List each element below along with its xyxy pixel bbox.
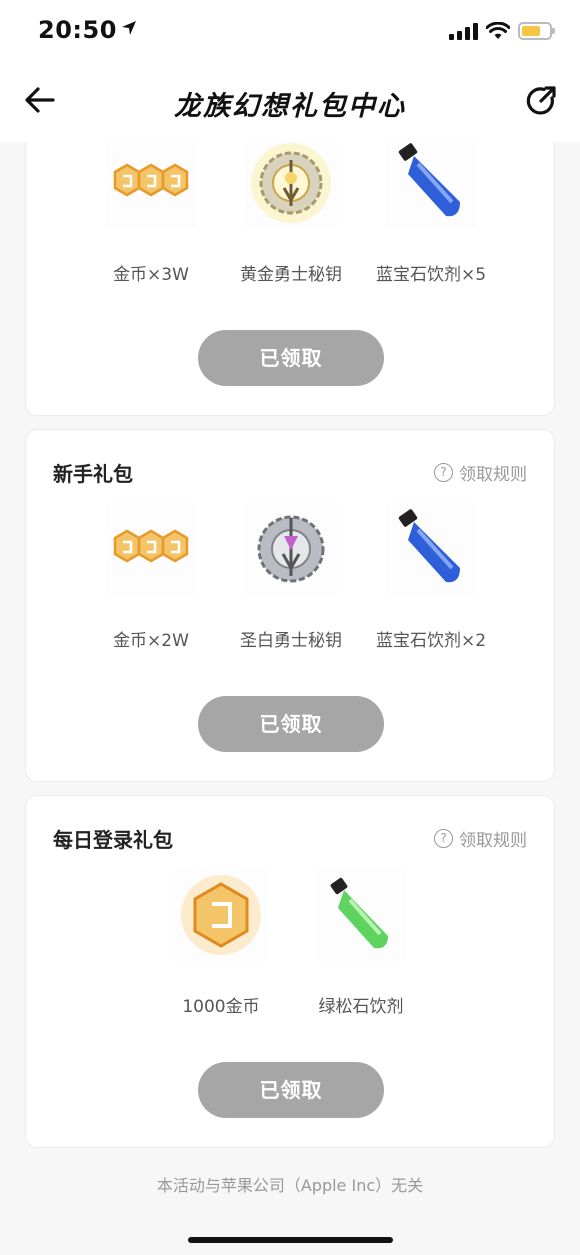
status-indicators (449, 20, 555, 42)
claimed-button[interactable]: 已领取 (198, 330, 384, 386)
scroll-content[interactable]: 金币×3W 黄金勇士秘钥 蓝宝石饮剂×5 已领取 新手礼包 ? 领取规则 金币×… (0, 142, 580, 1255)
nav-bar: 龙族幻想礼包中心 (0, 60, 580, 142)
help-circle-icon: ? (434, 829, 453, 848)
silver-warrior-key-icon (245, 503, 337, 595)
gold-coins-icon (105, 503, 197, 595)
item-label: 金币×2W (113, 631, 189, 651)
green-potion-icon (315, 869, 407, 961)
item: 金币×2W (103, 503, 199, 653)
battery-icon (518, 22, 555, 40)
page-title: 龙族幻想礼包中心 (174, 91, 406, 122)
gold-coin-icon (175, 869, 267, 961)
gift-pack-card: 每日登录礼包 ? 领取规则 1000金币 绿松石饮剂 已领取 (25, 795, 555, 1148)
location-arrow-icon (121, 21, 136, 35)
gold-warrior-key-icon (245, 142, 337, 229)
rules-link[interactable]: ? 领取规则 (434, 826, 527, 851)
item: 蓝宝石饮剂×2 (376, 503, 486, 653)
item-list: 1000金币 绿松石饮剂 (26, 869, 556, 1019)
item-list: 金币×3W 黄金勇士秘钥 蓝宝石饮剂×5 (26, 142, 556, 287)
item-label: 黄金勇士秘钥 (240, 265, 342, 285)
card-title: 新手礼包 (53, 462, 133, 486)
item-label: 蓝宝石饮剂×5 (375, 265, 487, 285)
item: 蓝宝石饮剂×5 (376, 142, 486, 287)
rules-link-label: 领取规则 (459, 465, 527, 485)
item: 金币×3W (103, 142, 199, 287)
item: 黄金勇士秘钥 (240, 142, 342, 287)
item-list: 金币×2W 圣白勇士秘钥 蓝宝石饮剂×2 (26, 503, 556, 653)
item-label: 圣白勇士秘钥 (240, 631, 342, 651)
gift-pack-card: 新手礼包 ? 领取规则 金币×2W 圣白勇士秘钥 蓝宝石饮剂×2 已领取 (25, 429, 555, 782)
gift-pack-card: 金币×3W 黄金勇士秘钥 蓝宝石饮剂×5 已领取 (25, 142, 555, 416)
item: 绿松石饮剂 (313, 869, 409, 1019)
status-time: 20:50 (38, 16, 137, 44)
item: 圣白勇士秘钥 (240, 503, 342, 653)
item-label: 绿松石饮剂 (318, 997, 404, 1017)
help-circle-icon: ? (434, 463, 453, 482)
status-bar: 20:50 (0, 0, 580, 60)
blue-potion-icon (385, 142, 477, 229)
rules-link[interactable]: ? 领取规则 (434, 460, 527, 485)
rules-link-label: 领取规则 (459, 831, 527, 851)
cellular-signal-icon (449, 22, 478, 40)
claimed-button[interactable]: 已领取 (198, 1062, 384, 1118)
blue-potion-icon (385, 503, 477, 595)
card-title: 每日登录礼包 (53, 828, 173, 852)
gold-coins-icon (105, 142, 197, 229)
status-time-text: 20:50 (38, 16, 117, 44)
share-icon[interactable] (524, 84, 558, 118)
wifi-icon (486, 22, 510, 39)
disclaimer-text: 本活动与苹果公司（Apple Inc）无关 (156, 1176, 424, 1195)
item-label: 金币×3W (113, 265, 189, 285)
item: 1000金币 (173, 869, 269, 1019)
item-label: 蓝宝石饮剂×2 (375, 631, 487, 651)
claimed-button[interactable]: 已领取 (198, 696, 384, 752)
home-indicator (188, 1237, 393, 1243)
item-label: 1000金币 (182, 997, 260, 1017)
